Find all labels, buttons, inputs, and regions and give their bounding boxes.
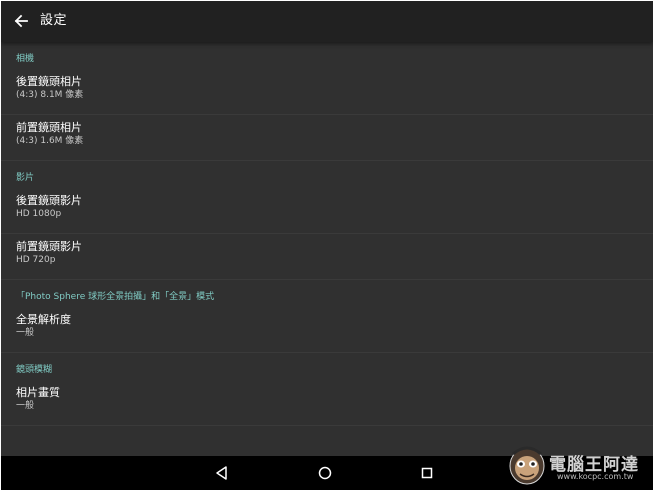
nav-home-button[interactable] xyxy=(316,464,334,482)
pref-title: 後置鏡頭相片 xyxy=(16,75,82,88)
pref-title: 相片畫質 xyxy=(16,386,60,399)
page-title: 設定 xyxy=(40,13,68,28)
pref-back-camera-photo[interactable]: 後置鏡頭相片 (4:3) 8.1M 像素 xyxy=(1,69,653,115)
pref-summary: 一般 xyxy=(16,328,35,338)
pref-title: 後置鏡頭影片 xyxy=(16,194,82,207)
section-header-label: 「Photo Sphere 球形全景拍攝」和「全景」模式 xyxy=(16,292,215,302)
section-header-label: 鏡頭模糊 xyxy=(16,365,53,375)
pref-summary: HD 720p xyxy=(16,255,56,265)
pref-summary: HD 1080p xyxy=(16,209,62,219)
arrow-back-icon xyxy=(14,14,28,28)
watermark-url: www.kocpc.com.tw xyxy=(557,472,634,481)
section-header-video: 影片 xyxy=(1,161,653,188)
pref-title: 全景解析度 xyxy=(16,313,71,326)
pref-summary: (4:3) 8.1M 像素 xyxy=(16,90,84,100)
settings-list: 相機 後置鏡頭相片 (4:3) 8.1M 像素 前置鏡頭相片 (4:3) 1.6… xyxy=(1,42,653,426)
pref-title: 前置鏡頭相片 xyxy=(16,121,82,134)
watermark-logo: 電腦王阿達 www.kocpc.com.tw xyxy=(505,438,653,490)
mascot-face-icon xyxy=(509,446,545,485)
pref-photo-quality[interactable]: 相片畫質 一般 xyxy=(1,380,653,426)
pref-summary: 一般 xyxy=(16,401,35,411)
section-header-lens-blur: 鏡頭模糊 xyxy=(1,353,653,380)
triangle-back-icon xyxy=(216,466,227,480)
section-header-label: 相機 xyxy=(16,54,35,64)
section-header-label: 影片 xyxy=(16,173,35,183)
pref-panorama-resolution[interactable]: 全景解析度 一般 xyxy=(1,307,653,353)
settings-screen: 設定 相機 後置鏡頭相片 (4:3) 8.1M 像素 前置鏡頭相片 (4:3) … xyxy=(1,1,653,490)
circle-home-icon xyxy=(318,466,332,480)
pref-title: 前置鏡頭影片 xyxy=(16,240,82,253)
nav-back-button[interactable] xyxy=(213,464,231,482)
section-header-panorama: 「Photo Sphere 球形全景拍攝」和「全景」模式 xyxy=(1,280,653,307)
pref-summary: (4:3) 1.6M 像素 xyxy=(16,136,84,146)
pref-front-camera-video[interactable]: 前置鏡頭影片 HD 720p xyxy=(1,234,653,280)
pref-front-camera-photo[interactable]: 前置鏡頭相片 (4:3) 1.6M 像素 xyxy=(1,115,653,161)
back-button[interactable] xyxy=(10,10,32,32)
nav-recents-button[interactable] xyxy=(418,464,436,482)
square-recents-icon xyxy=(421,467,433,479)
pref-back-camera-video[interactable]: 後置鏡頭影片 HD 1080p xyxy=(1,188,653,234)
app-bar: 設定 xyxy=(1,1,653,42)
section-header-camera: 相機 xyxy=(1,42,653,69)
